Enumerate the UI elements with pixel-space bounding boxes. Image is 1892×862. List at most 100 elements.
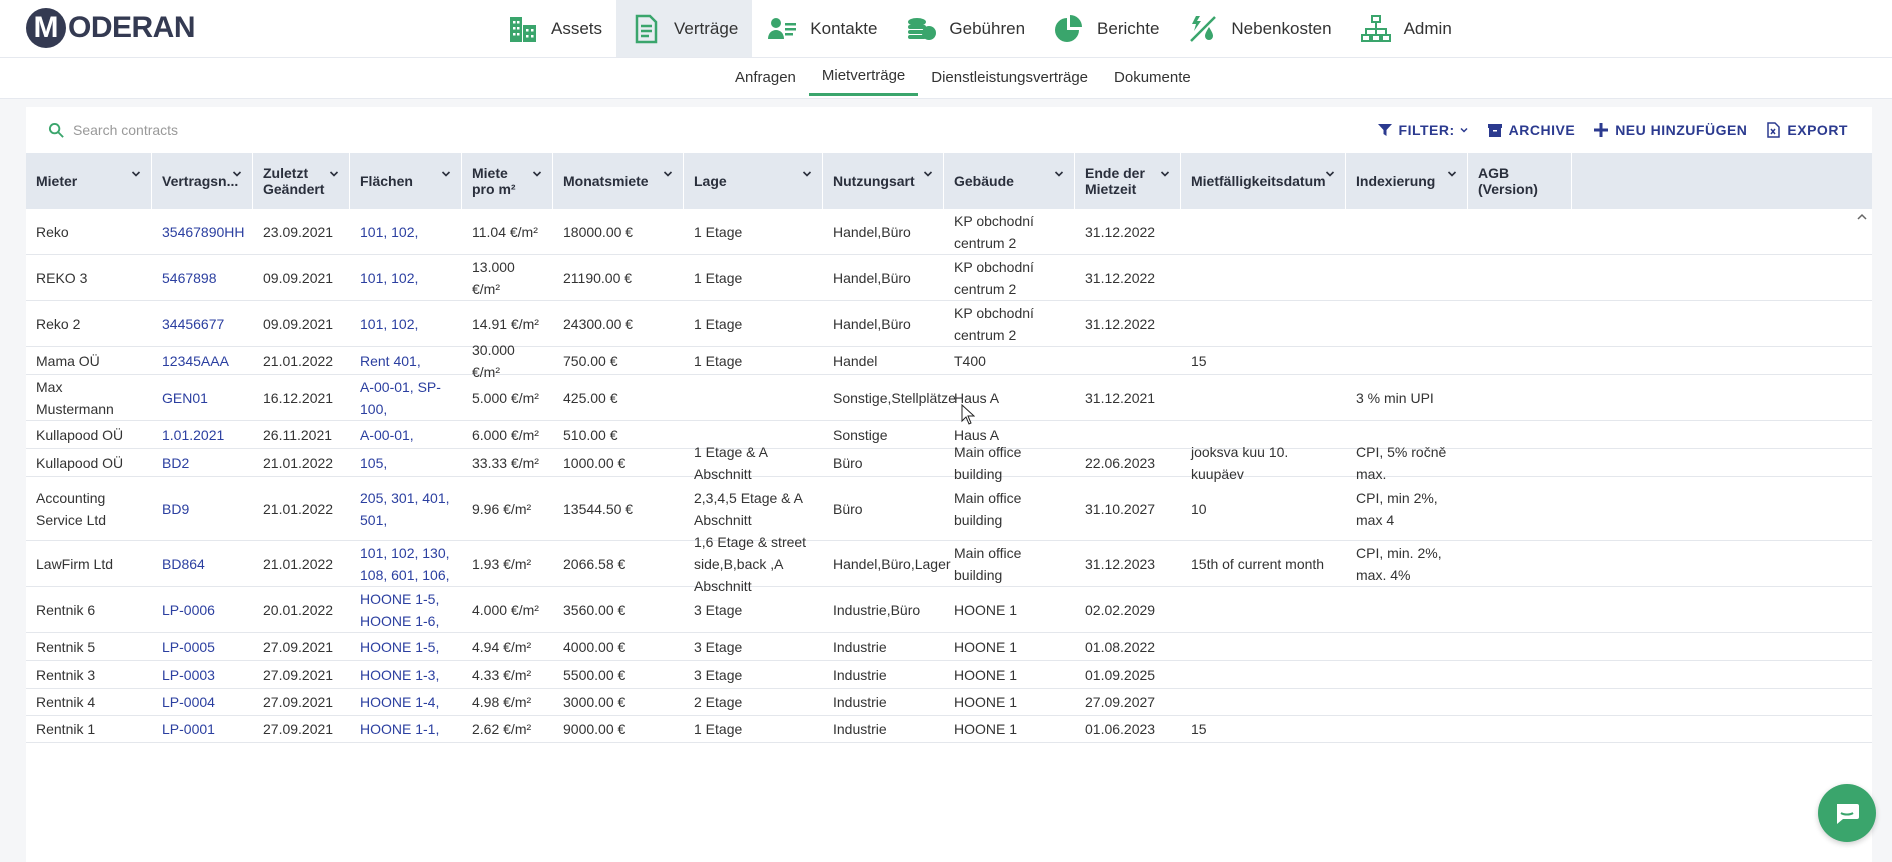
table-row[interactable]: Reko 2 34456677 09.09.2021 101, 102, 14.91 €… [26,301,1872,347]
table-row[interactable]: Rentnik 4 LP-0004 27.09.2021 HOONE 1-4, 4.98… [26,689,1872,716]
cell-location: 1 Etage & A Abschnitt [694,443,768,482]
cell-contract-number[interactable]: BD864 [152,541,253,586]
cell-contract-number[interactable]: 1.01.2021 [152,421,253,448]
column-header-terms-version[interactable]: AGB (Version) [1468,153,1572,209]
cell-areas[interactable]: A-00-01, SP-100, [350,375,462,420]
export-button[interactable]: EXPORT [1765,122,1848,138]
archive-button[interactable]: ARCHIVE [1487,122,1576,138]
chevron-down-icon[interactable] [1054,169,1064,179]
cell-areas[interactable]: 101, 102, [350,255,462,300]
column-header-tenant[interactable]: Mieter [26,153,152,209]
table-row[interactable]: Rentnik 5 LP-0005 27.09.2021 HOONE 1-5, 4.94… [26,633,1872,661]
cell-areas[interactable]: 101, 102, [350,209,462,254]
chevron-down-icon[interactable] [1325,169,1335,179]
cell-terms-version [1468,255,1572,300]
column-header-last-modified[interactable]: Zuletzt Geändert [253,153,350,209]
scroll-up-icon[interactable] [1856,211,1868,223]
cell-contract-number[interactable]: GEN01 [152,375,253,420]
brand-logo[interactable]: M ODERAN [26,7,196,49]
table-row[interactable]: Rentnik 6 LP-0006 20.01.2022 HOONE 1-5, HOO… [26,587,1872,633]
tab-anfragen[interactable]: Anfragen [722,58,809,96]
table-row[interactable]: Rentnik 3 LP-0003 27.09.2021 HOONE 1-3, 4.33… [26,661,1872,689]
cell-rent-due-date [1181,301,1346,346]
cell-areas[interactable]: 101, 102, [350,301,462,346]
column-header-usage-type[interactable]: Nutzungsart [823,153,944,209]
chevron-down-icon[interactable] [1447,169,1457,179]
table-row[interactable]: Accounting Service Ltd BD9 21.01.2022 205, … [26,477,1872,541]
add-new-button[interactable]: NEU HINZUFÜGEN [1593,122,1747,138]
column-header-rent-due-date[interactable]: Mietfälligkeitsdatum [1181,153,1346,209]
archive-label: ARCHIVE [1508,122,1576,138]
cell-contract-number[interactable]: LP-0006 [152,587,253,632]
nav-item-berichte[interactable]: Berichte [1039,0,1173,57]
cell-contract-number[interactable]: LP-0004 [152,689,253,715]
table-row[interactable]: Rentnik 1 LP-0001 27.09.2021 HOONE 1-1, 2.62… [26,716,1872,743]
cell-tenant: Rentnik 6 [36,601,96,618]
chevron-down-icon[interactable] [663,169,673,179]
tab-dokumente[interactable]: Dokumente [1101,58,1204,96]
nav-item-nebenkosten[interactable]: Nebenkosten [1173,0,1345,57]
cell-last-modified: 27.09.2021 [263,721,334,737]
column-header-areas[interactable]: Flächen [350,153,462,209]
cell-areas[interactable]: 101, 102, 130, 108, 601, 106, [350,541,462,586]
cell-contract-number[interactable]: 12345AAA [152,347,253,374]
chevron-down-icon[interactable] [1160,169,1170,179]
chevron-down-icon[interactable] [802,169,812,179]
chat-button[interactable] [1818,784,1876,842]
cell-contract-number[interactable]: 34456677 [152,301,253,346]
column-header-indexation[interactable]: Indexierung [1346,153,1468,209]
chevron-down-icon[interactable] [131,169,141,179]
nav-item-kontakte[interactable]: Kontakte [752,0,891,57]
cell-areas[interactable]: HOONE 1-5, [350,633,462,660]
cell-areas[interactable]: HOONE 1-5, HOONE 1-6, [350,587,462,632]
cell-contract-number[interactable]: 5467898 [152,255,253,300]
chevron-down-icon[interactable] [532,169,542,179]
cell-contract-number[interactable]: BD2 [152,449,253,476]
table-row[interactable]: REKO 3 5467898 09.09.2021 101, 102, 13.000 €… [26,255,1872,301]
filter-button[interactable]: FILTER: [1377,122,1469,138]
cell-areas[interactable]: HOONE 1-4, [350,689,462,715]
cell-usage-type: Industrie [833,638,887,655]
chevron-down-icon[interactable] [923,169,933,179]
cell-contract-number[interactable]: LP-0005 [152,633,253,660]
cell-last-modified: 21.01.2022 [263,500,334,517]
table-row[interactable]: Kullapood OÜ 1.01.2021 26.11.2021 A-00-01, 6… [26,421,1872,449]
cell-rent-due-date [1181,255,1346,300]
column-header-rent-per-sqm[interactable]: Miete pro m² [462,153,553,209]
nav-item-assets[interactable]: Assets [493,0,616,57]
nav-label: Nebenkosten [1231,18,1332,38]
cell-areas[interactable]: Rent 401, [350,347,462,374]
search-input[interactable] [71,121,375,139]
cell-contract-number[interactable]: LP-0001 [152,716,253,742]
nav-item-vertraege[interactable]: Verträge [616,0,753,57]
chevron-down-icon[interactable] [329,169,339,179]
column-header-contract-number[interactable]: Vertragsn... [152,153,253,209]
cell-areas[interactable]: A-00-01, [350,421,462,448]
chevron-down-icon[interactable] [232,169,242,179]
table-row[interactable]: Reko 35467890HH 23.09.2021 101, 102, 11.04 €… [26,209,1872,255]
column-header-building[interactable]: Gebäude [944,153,1075,209]
column-header-lease-end[interactable]: Ende der Mietzeit [1075,153,1181,209]
cell-tenant: Reko [36,223,69,240]
column-header-location[interactable]: Lage [684,153,823,209]
org-chart-icon [1360,14,1391,42]
cell-monthly-rent: 18000.00 € [563,223,634,240]
cell-areas[interactable]: HOONE 1-1, [350,716,462,742]
cell-areas[interactable]: HOONE 1-3, [350,661,462,688]
cell-contract-number[interactable]: 35467890HH [152,209,253,254]
nav-item-gebuehren[interactable]: Gebühren [891,0,1039,57]
table-row[interactable]: LawFirm Ltd BD864 21.01.2022 101, 102, 130,… [26,534,1872,594]
cell-areas[interactable]: 205, 301, 401, 501, [350,477,462,540]
cell-areas[interactable]: 105, [350,449,462,476]
column-header-monthly-rent[interactable]: Monatsmiete [553,153,684,209]
cell-rent-due-date: jooksva kuu 10. kuupäev [1191,443,1289,482]
tab-dienstleistungsvertraege[interactable]: Dienstleistungsverträge [918,58,1101,96]
nav-item-admin[interactable]: Admin [1346,0,1466,57]
table-row[interactable]: Mama OÜ 12345AAA 21.01.2022 Rent 401, 30.000… [26,342,1872,380]
chevron-down-icon[interactable] [441,169,451,179]
cell-contract-number[interactable]: LP-0003 [152,661,253,688]
cell-contract-number[interactable]: BD9 [152,477,253,540]
table-row[interactable]: Max Mustermann GEN01 16.12.2021 A-00-01, SP… [26,375,1872,421]
table-row[interactable]: Kullapood OÜ BD2 21.01.2022 105, 33.33 €/m² 1… [26,443,1872,482]
tab-mietvertraege[interactable]: Mietverträge [808,58,919,96]
